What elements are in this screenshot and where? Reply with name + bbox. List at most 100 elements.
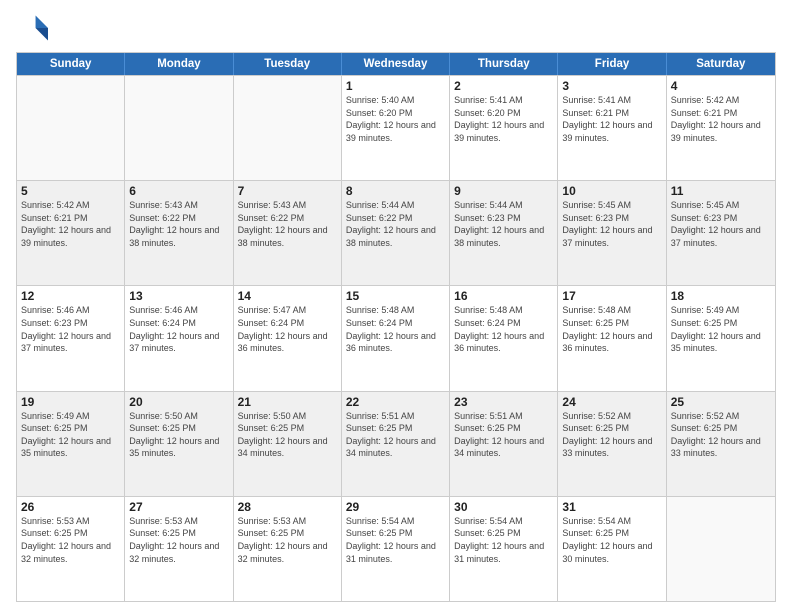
calendar-cell: 20Sunrise: 5:50 AMSunset: 6:25 PMDayligh… — [125, 392, 233, 496]
day-number: 10 — [562, 184, 661, 198]
calendar-cell: 18Sunrise: 5:49 AMSunset: 6:25 PMDayligh… — [667, 286, 775, 390]
calendar-cell: 3Sunrise: 5:41 AMSunset: 6:21 PMDaylight… — [558, 76, 666, 180]
calendar-header: SundayMondayTuesdayWednesdayThursdayFrid… — [17, 53, 775, 75]
day-info: Sunrise: 5:48 AMSunset: 6:24 PMDaylight:… — [454, 304, 553, 354]
calendar-cell: 22Sunrise: 5:51 AMSunset: 6:25 PMDayligh… — [342, 392, 450, 496]
day-number: 13 — [129, 289, 228, 303]
day-info: Sunrise: 5:47 AMSunset: 6:24 PMDaylight:… — [238, 304, 337, 354]
calendar-header-cell: Friday — [558, 53, 666, 75]
calendar-cell: 23Sunrise: 5:51 AMSunset: 6:25 PMDayligh… — [450, 392, 558, 496]
calendar-cell: 5Sunrise: 5:42 AMSunset: 6:21 PMDaylight… — [17, 181, 125, 285]
day-number: 22 — [346, 395, 445, 409]
calendar-week-row: 19Sunrise: 5:49 AMSunset: 6:25 PMDayligh… — [17, 391, 775, 496]
page: SundayMondayTuesdayWednesdayThursdayFrid… — [0, 0, 792, 612]
day-number: 14 — [238, 289, 337, 303]
calendar-header-cell: Thursday — [450, 53, 558, 75]
day-number: 12 — [21, 289, 120, 303]
day-number: 31 — [562, 500, 661, 514]
day-number: 1 — [346, 79, 445, 93]
calendar-cell: 19Sunrise: 5:49 AMSunset: 6:25 PMDayligh… — [17, 392, 125, 496]
calendar-body: 1Sunrise: 5:40 AMSunset: 6:20 PMDaylight… — [17, 75, 775, 601]
day-number: 24 — [562, 395, 661, 409]
day-number: 19 — [21, 395, 120, 409]
day-number: 29 — [346, 500, 445, 514]
day-number: 27 — [129, 500, 228, 514]
day-number: 5 — [21, 184, 120, 198]
day-info: Sunrise: 5:40 AMSunset: 6:20 PMDaylight:… — [346, 94, 445, 144]
day-info: Sunrise: 5:44 AMSunset: 6:23 PMDaylight:… — [454, 199, 553, 249]
day-info: Sunrise: 5:43 AMSunset: 6:22 PMDaylight:… — [238, 199, 337, 249]
calendar-cell: 28Sunrise: 5:53 AMSunset: 6:25 PMDayligh… — [234, 497, 342, 601]
calendar-cell: 15Sunrise: 5:48 AMSunset: 6:24 PMDayligh… — [342, 286, 450, 390]
day-info: Sunrise: 5:43 AMSunset: 6:22 PMDaylight:… — [129, 199, 228, 249]
calendar-cell: 31Sunrise: 5:54 AMSunset: 6:25 PMDayligh… — [558, 497, 666, 601]
day-number: 8 — [346, 184, 445, 198]
calendar-cell: 8Sunrise: 5:44 AMSunset: 6:22 PMDaylight… — [342, 181, 450, 285]
calendar-week-row: 5Sunrise: 5:42 AMSunset: 6:21 PMDaylight… — [17, 180, 775, 285]
calendar-cell: 29Sunrise: 5:54 AMSunset: 6:25 PMDayligh… — [342, 497, 450, 601]
day-number: 26 — [21, 500, 120, 514]
day-info: Sunrise: 5:54 AMSunset: 6:25 PMDaylight:… — [346, 515, 445, 565]
day-info: Sunrise: 5:53 AMSunset: 6:25 PMDaylight:… — [238, 515, 337, 565]
day-number: 15 — [346, 289, 445, 303]
calendar-header-cell: Sunday — [17, 53, 125, 75]
day-number: 9 — [454, 184, 553, 198]
calendar-cell: 27Sunrise: 5:53 AMSunset: 6:25 PMDayligh… — [125, 497, 233, 601]
day-info: Sunrise: 5:46 AMSunset: 6:23 PMDaylight:… — [21, 304, 120, 354]
calendar-cell: 6Sunrise: 5:43 AMSunset: 6:22 PMDaylight… — [125, 181, 233, 285]
day-info: Sunrise: 5:42 AMSunset: 6:21 PMDaylight:… — [21, 199, 120, 249]
day-number: 7 — [238, 184, 337, 198]
day-number: 30 — [454, 500, 553, 514]
day-info: Sunrise: 5:50 AMSunset: 6:25 PMDaylight:… — [238, 410, 337, 460]
day-info: Sunrise: 5:42 AMSunset: 6:21 PMDaylight:… — [671, 94, 771, 144]
calendar-week-row: 1Sunrise: 5:40 AMSunset: 6:20 PMDaylight… — [17, 75, 775, 180]
calendar-cell: 30Sunrise: 5:54 AMSunset: 6:25 PMDayligh… — [450, 497, 558, 601]
calendar-week-row: 12Sunrise: 5:46 AMSunset: 6:23 PMDayligh… — [17, 285, 775, 390]
calendar-cell: 16Sunrise: 5:48 AMSunset: 6:24 PMDayligh… — [450, 286, 558, 390]
day-number: 21 — [238, 395, 337, 409]
day-info: Sunrise: 5:48 AMSunset: 6:25 PMDaylight:… — [562, 304, 661, 354]
day-number: 18 — [671, 289, 771, 303]
day-number: 28 — [238, 500, 337, 514]
day-number: 4 — [671, 79, 771, 93]
day-info: Sunrise: 5:50 AMSunset: 6:25 PMDaylight:… — [129, 410, 228, 460]
calendar-header-cell: Wednesday — [342, 53, 450, 75]
calendar-cell: 25Sunrise: 5:52 AMSunset: 6:25 PMDayligh… — [667, 392, 775, 496]
calendar-cell: 11Sunrise: 5:45 AMSunset: 6:23 PMDayligh… — [667, 181, 775, 285]
day-info: Sunrise: 5:51 AMSunset: 6:25 PMDaylight:… — [454, 410, 553, 460]
calendar-cell: 1Sunrise: 5:40 AMSunset: 6:20 PMDaylight… — [342, 76, 450, 180]
day-info: Sunrise: 5:41 AMSunset: 6:21 PMDaylight:… — [562, 94, 661, 144]
calendar-cell — [125, 76, 233, 180]
day-info: Sunrise: 5:54 AMSunset: 6:25 PMDaylight:… — [562, 515, 661, 565]
day-info: Sunrise: 5:41 AMSunset: 6:20 PMDaylight:… — [454, 94, 553, 144]
calendar-cell: 2Sunrise: 5:41 AMSunset: 6:20 PMDaylight… — [450, 76, 558, 180]
day-number: 6 — [129, 184, 228, 198]
calendar-cell: 7Sunrise: 5:43 AMSunset: 6:22 PMDaylight… — [234, 181, 342, 285]
day-info: Sunrise: 5:46 AMSunset: 6:24 PMDaylight:… — [129, 304, 228, 354]
day-info: Sunrise: 5:45 AMSunset: 6:23 PMDaylight:… — [671, 199, 771, 249]
calendar-cell: 13Sunrise: 5:46 AMSunset: 6:24 PMDayligh… — [125, 286, 233, 390]
calendar-header-cell: Monday — [125, 53, 233, 75]
calendar-week-row: 26Sunrise: 5:53 AMSunset: 6:25 PMDayligh… — [17, 496, 775, 601]
calendar-cell: 26Sunrise: 5:53 AMSunset: 6:25 PMDayligh… — [17, 497, 125, 601]
calendar: SundayMondayTuesdayWednesdayThursdayFrid… — [16, 52, 776, 602]
day-number: 16 — [454, 289, 553, 303]
day-number: 17 — [562, 289, 661, 303]
day-info: Sunrise: 5:54 AMSunset: 6:25 PMDaylight:… — [454, 515, 553, 565]
logo — [16, 12, 52, 44]
day-number: 2 — [454, 79, 553, 93]
day-info: Sunrise: 5:52 AMSunset: 6:25 PMDaylight:… — [562, 410, 661, 460]
calendar-cell: 24Sunrise: 5:52 AMSunset: 6:25 PMDayligh… — [558, 392, 666, 496]
day-info: Sunrise: 5:45 AMSunset: 6:23 PMDaylight:… — [562, 199, 661, 249]
day-info: Sunrise: 5:52 AMSunset: 6:25 PMDaylight:… — [671, 410, 771, 460]
calendar-cell: 4Sunrise: 5:42 AMSunset: 6:21 PMDaylight… — [667, 76, 775, 180]
day-number: 23 — [454, 395, 553, 409]
calendar-header-cell: Tuesday — [234, 53, 342, 75]
day-info: Sunrise: 5:49 AMSunset: 6:25 PMDaylight:… — [21, 410, 120, 460]
day-number: 3 — [562, 79, 661, 93]
day-info: Sunrise: 5:48 AMSunset: 6:24 PMDaylight:… — [346, 304, 445, 354]
header — [16, 12, 776, 44]
calendar-cell — [667, 497, 775, 601]
day-info: Sunrise: 5:49 AMSunset: 6:25 PMDaylight:… — [671, 304, 771, 354]
day-info: Sunrise: 5:53 AMSunset: 6:25 PMDaylight:… — [21, 515, 120, 565]
